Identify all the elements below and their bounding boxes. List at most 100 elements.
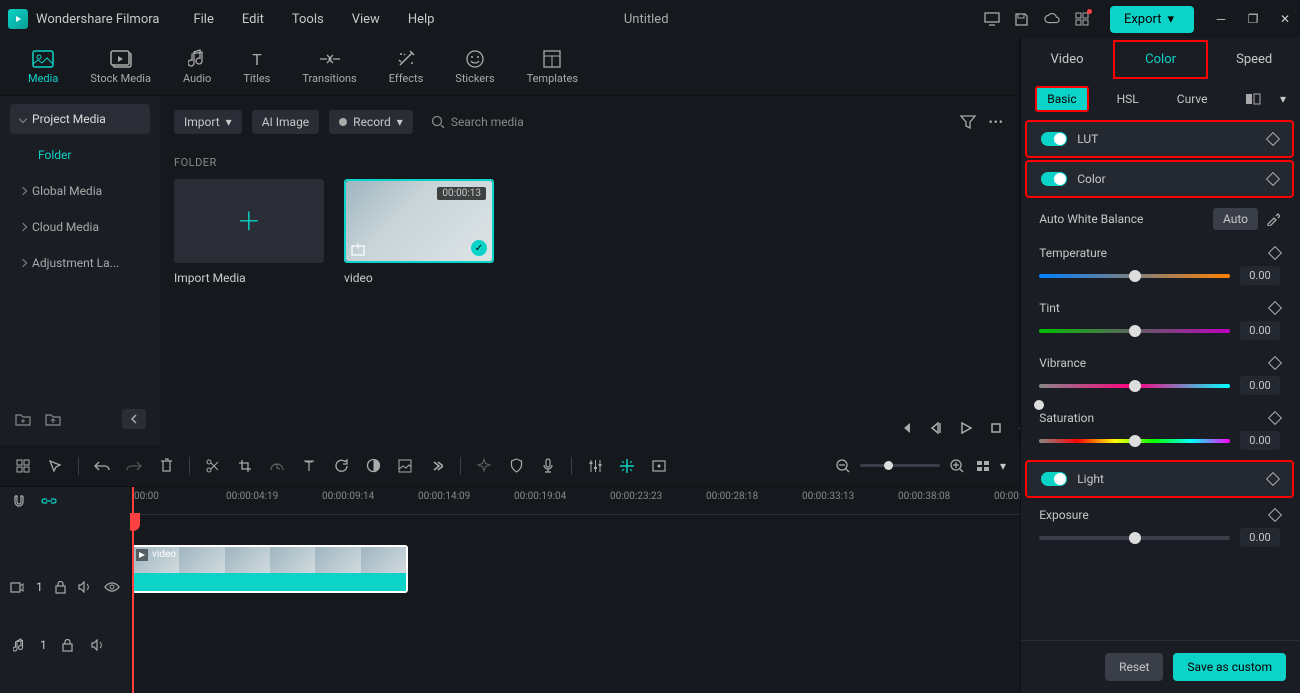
chevron-down-icon[interactable]: ▾ bbox=[1280, 92, 1286, 106]
lock-icon[interactable] bbox=[59, 636, 77, 654]
import-button[interactable]: Import▾ bbox=[174, 110, 242, 134]
tab-speed[interactable]: Speed bbox=[1208, 42, 1300, 77]
split-icon[interactable] bbox=[204, 457, 222, 475]
keyframe-icon[interactable] bbox=[1266, 132, 1280, 146]
fit-icon[interactable] bbox=[974, 457, 992, 475]
record-button[interactable]: Record▾ bbox=[329, 110, 413, 134]
subtab-hsl[interactable]: HSL bbox=[1107, 88, 1149, 110]
mic-icon[interactable] bbox=[539, 457, 557, 475]
minimize-button[interactable]: ─ bbox=[1214, 12, 1228, 26]
tab-transitions[interactable]: Transitions bbox=[294, 45, 364, 89]
reset-button[interactable]: Reset bbox=[1105, 653, 1163, 681]
sidebar-project-media[interactable]: Project Media bbox=[10, 104, 150, 134]
tab-stickers[interactable]: Stickers bbox=[447, 45, 502, 89]
apps-icon[interactable] bbox=[1074, 11, 1090, 27]
prev-clip-button[interactable] bbox=[899, 421, 913, 435]
tab-titles[interactable]: TTitles bbox=[235, 45, 278, 89]
menu-file[interactable]: File bbox=[179, 4, 227, 35]
playhead[interactable] bbox=[132, 487, 134, 693]
exposure-value[interactable]: 0.00 bbox=[1240, 528, 1280, 547]
speed-icon[interactable] bbox=[268, 457, 286, 475]
select-icon[interactable] bbox=[46, 457, 64, 475]
tab-audio[interactable]: Audio bbox=[175, 45, 219, 89]
add-to-timeline-icon[interactable] bbox=[351, 242, 365, 256]
shield-icon[interactable] bbox=[507, 457, 525, 475]
sparkle-icon[interactable] bbox=[475, 457, 493, 475]
crop-icon[interactable] bbox=[236, 457, 254, 475]
sidebar-cloud-media[interactable]: Cloud Media bbox=[10, 212, 150, 242]
link-icon[interactable] bbox=[40, 492, 58, 510]
keyframe-icon[interactable] bbox=[1266, 472, 1280, 486]
color-toggle[interactable] bbox=[1041, 172, 1067, 186]
sidebar-global-media[interactable]: Global Media bbox=[10, 176, 150, 206]
video-track-icon[interactable] bbox=[10, 578, 24, 596]
folder-out-icon[interactable] bbox=[44, 410, 62, 428]
vibrance-value[interactable]: 0.00 bbox=[1240, 376, 1280, 395]
close-button[interactable]: ✕ bbox=[1278, 12, 1292, 26]
menu-view[interactable]: View bbox=[338, 4, 394, 35]
tint-slider[interactable] bbox=[1039, 329, 1230, 333]
step-back-button[interactable] bbox=[929, 421, 943, 435]
zoom-slider[interactable] bbox=[860, 464, 940, 467]
mute-icon[interactable] bbox=[89, 636, 107, 654]
tab-stock-media[interactable]: Stock Media bbox=[82, 45, 159, 89]
magnet-icon[interactable] bbox=[10, 492, 28, 510]
media-clip-tile[interactable]: 00:00:13 ✓ video bbox=[344, 179, 494, 285]
menu-tools[interactable]: Tools bbox=[278, 4, 338, 35]
stop-button[interactable] bbox=[989, 421, 1003, 435]
sidebar-adjustment-layer[interactable]: Adjustment La... bbox=[10, 248, 150, 278]
desktop-icon[interactable] bbox=[984, 11, 1000, 27]
timeline-ruler[interactable]: 00:00 00:00:04:19 00:00:09:14 00:00:14:0… bbox=[130, 487, 1020, 515]
timeline-tracks[interactable]: 00:00 00:00:04:19 00:00:09:14 00:00:14:0… bbox=[130, 487, 1020, 693]
keyframe-icon[interactable] bbox=[1266, 172, 1280, 186]
subtab-curves[interactable]: Curve bbox=[1167, 88, 1218, 110]
markers-icon[interactable] bbox=[618, 457, 636, 475]
menu-edit[interactable]: Edit bbox=[228, 4, 278, 35]
light-toggle[interactable] bbox=[1041, 472, 1067, 486]
subtab-basic[interactable]: Basic bbox=[1035, 86, 1088, 112]
temperature-slider[interactable] bbox=[1039, 274, 1230, 278]
mute-icon[interactable] bbox=[78, 578, 92, 596]
tab-color[interactable]: Color bbox=[1113, 40, 1209, 79]
lut-toggle[interactable] bbox=[1041, 132, 1067, 146]
compare-icon[interactable] bbox=[1244, 90, 1262, 108]
saturation-slider[interactable] bbox=[1039, 439, 1230, 443]
delete-icon[interactable] bbox=[157, 457, 175, 475]
tint-value[interactable]: 0.00 bbox=[1240, 321, 1280, 340]
save-icon[interactable] bbox=[1014, 11, 1030, 27]
tab-templates[interactable]: Templates bbox=[519, 45, 586, 89]
save-custom-button[interactable]: Save as custom bbox=[1173, 653, 1286, 681]
zoom-out-icon[interactable] bbox=[834, 457, 852, 475]
tab-video[interactable]: Video bbox=[1021, 42, 1113, 77]
collapse-sidebar-button[interactable] bbox=[122, 409, 146, 429]
visibility-icon[interactable] bbox=[104, 578, 120, 596]
redo-icon[interactable] bbox=[125, 457, 143, 475]
import-media-tile[interactable]: + Import Media bbox=[174, 179, 324, 285]
search-input[interactable]: Search media bbox=[423, 110, 949, 134]
zoom-in-icon[interactable] bbox=[948, 457, 966, 475]
grid-icon[interactable] bbox=[14, 457, 32, 475]
lock-icon[interactable] bbox=[55, 578, 66, 596]
tab-effects[interactable]: Effects bbox=[381, 45, 432, 89]
frame-icon[interactable] bbox=[396, 457, 414, 475]
exposure-slider[interactable] bbox=[1039, 536, 1230, 540]
timeline-clip[interactable]: video bbox=[132, 545, 408, 593]
keyframe-icon[interactable] bbox=[1268, 356, 1282, 370]
lut-section[interactable]: LUT bbox=[1025, 120, 1294, 158]
rotate-icon[interactable] bbox=[332, 457, 350, 475]
chevron-down-icon[interactable]: ▾ bbox=[1000, 459, 1006, 473]
sidebar-folder[interactable]: Folder bbox=[10, 140, 150, 170]
mark-icon[interactable] bbox=[650, 457, 668, 475]
auto-button[interactable]: Auto bbox=[1213, 208, 1258, 230]
audio-track-icon[interactable] bbox=[10, 636, 28, 654]
color-section[interactable]: Color bbox=[1025, 160, 1294, 198]
undo-icon[interactable] bbox=[93, 457, 111, 475]
mixer-icon[interactable] bbox=[586, 457, 604, 475]
vibrance-slider[interactable] bbox=[1039, 384, 1230, 388]
more-icon[interactable]: ••• bbox=[987, 113, 1005, 131]
color-icon[interactable] bbox=[364, 457, 382, 475]
saturation-value[interactable]: 0.00 bbox=[1240, 431, 1280, 450]
more-tools-icon[interactable] bbox=[428, 457, 446, 475]
eyedropper-icon[interactable] bbox=[1266, 212, 1280, 226]
keyframe-icon[interactable] bbox=[1268, 246, 1282, 260]
